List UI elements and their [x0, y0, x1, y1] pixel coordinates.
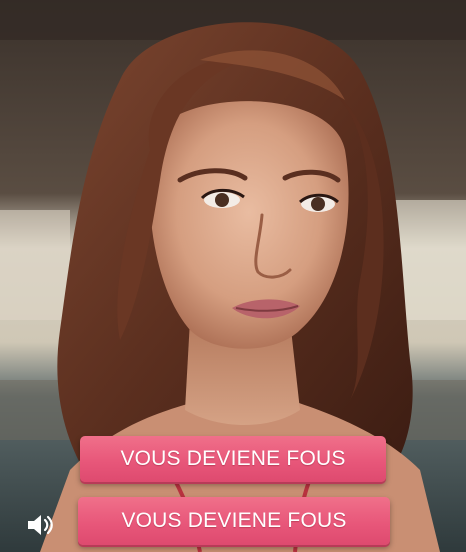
choice-button-1[interactable]: VOUS DEVIENE FOUS [80, 436, 386, 482]
choice-button-2[interactable]: VOUS DEVIENE FOUS [78, 497, 390, 545]
game-scene: VOUS DEVIENE FOUS VOUS DEVIENE FOUS [0, 0, 466, 552]
speaker-icon[interactable] [26, 512, 56, 538]
